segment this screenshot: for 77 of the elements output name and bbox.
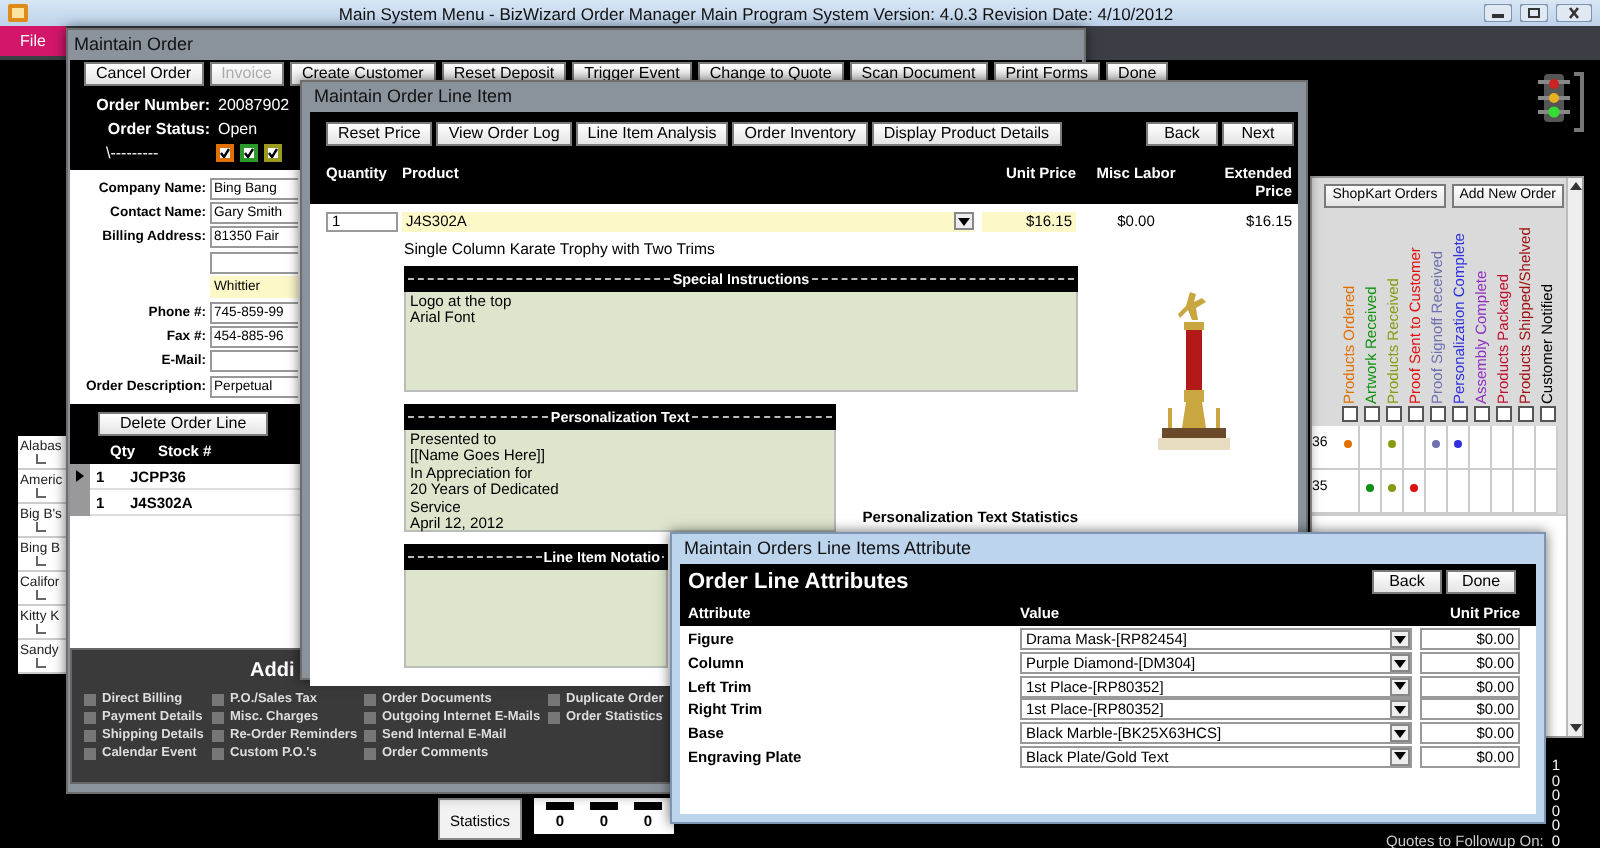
row-pointer-icon bbox=[76, 470, 84, 483]
checkbox[interactable] bbox=[216, 144, 234, 162]
toolbar-button[interactable]: Reset Price bbox=[326, 122, 433, 146]
checkbox[interactable] bbox=[364, 747, 376, 759]
delete-order-line-button[interactable]: Delete Order Line bbox=[98, 411, 269, 436]
dropdown-button[interactable] bbox=[954, 212, 974, 230]
checkbox[interactable] bbox=[212, 693, 224, 705]
checkbox[interactable] bbox=[548, 693, 560, 705]
checkbox[interactable] bbox=[364, 729, 376, 741]
minimize-icon[interactable] bbox=[1484, 4, 1512, 22]
down-arrow-icon bbox=[1569, 724, 1581, 732]
checkbox[interactable] bbox=[1517, 406, 1533, 422]
checkbox[interactable] bbox=[364, 711, 376, 723]
toolbar-button[interactable]: Display Product Details bbox=[871, 122, 1062, 146]
tree-branch-icon bbox=[36, 488, 46, 498]
dropdown-button[interactable] bbox=[1390, 677, 1410, 696]
form-field[interactable] bbox=[210, 350, 298, 373]
order-number: 20087902 bbox=[218, 96, 290, 114]
checkbox[interactable] bbox=[1385, 406, 1401, 422]
form-field[interactable] bbox=[210, 251, 298, 274]
tree-branch-icon bbox=[36, 522, 46, 532]
dropdown-button[interactable] bbox=[1390, 630, 1410, 649]
checkbox[interactable] bbox=[1429, 406, 1445, 422]
window-title: Maintain Order bbox=[72, 32, 196, 58]
traffic-light-icon bbox=[1538, 72, 1570, 124]
nav-button[interactable]: Back bbox=[1372, 570, 1442, 594]
toolbar-button[interactable]: Order Inventory bbox=[732, 122, 868, 146]
window-title: Main System Menu - BizWizard Order Manager Main Program System Version: 4.0.3 Revision Date: 4/10/2012 bbox=[336, 3, 1176, 23]
field-label: Order Status: bbox=[107, 120, 210, 138]
status-marker: \--------- bbox=[106, 144, 161, 162]
toolbar-button[interactable]: Line Item Analysis bbox=[575, 122, 729, 146]
tree-branch-icon bbox=[36, 658, 46, 668]
up-arrow-icon bbox=[1569, 182, 1581, 190]
checkbox[interactable] bbox=[1407, 406, 1423, 422]
toolbar-button[interactable]: Cancel Order bbox=[84, 62, 204, 86]
checkbox[interactable] bbox=[1495, 406, 1511, 422]
checkbox[interactable] bbox=[212, 729, 224, 741]
checkbox[interactable] bbox=[84, 711, 96, 723]
tree-branch-icon bbox=[36, 556, 46, 566]
nav-button[interactable]: Back bbox=[1146, 122, 1218, 146]
window-title: Maintain Orders Line Items Attribute bbox=[682, 536, 974, 562]
row-selector[interactable] bbox=[70, 463, 90, 490]
checkbox[interactable] bbox=[212, 747, 224, 759]
checkbox[interactable] bbox=[212, 711, 224, 723]
checkbox[interactable] bbox=[1341, 406, 1357, 422]
field-label: Order Number: bbox=[96, 96, 210, 114]
checkbox[interactable] bbox=[1451, 406, 1467, 422]
dropdown-button[interactable] bbox=[1390, 747, 1410, 766]
panel-title: Addi bbox=[250, 658, 295, 686]
checkbox[interactable] bbox=[1473, 406, 1489, 422]
app-icon bbox=[8, 4, 28, 22]
window-title: Maintain Order Line Item bbox=[312, 84, 515, 110]
close-icon[interactable] bbox=[1556, 4, 1592, 22]
dropdown-button[interactable] bbox=[1390, 700, 1410, 719]
scrollbar[interactable] bbox=[1566, 178, 1582, 736]
toolbar-button[interactable]: View Order Log bbox=[436, 122, 572, 146]
checkbox[interactable] bbox=[1539, 406, 1555, 422]
checkbox[interactable] bbox=[1363, 406, 1379, 422]
file-menu-button[interactable]: File bbox=[0, 26, 66, 56]
window-heading: Order Line Attributes bbox=[688, 570, 909, 594]
order-status: Open bbox=[218, 120, 258, 138]
checkbox[interactable] bbox=[84, 747, 96, 759]
tree-branch-icon bbox=[36, 454, 46, 464]
checkbox[interactable] bbox=[264, 144, 282, 162]
line-item-notation-field[interactable] bbox=[404, 570, 668, 668]
dropdown-button[interactable] bbox=[1390, 654, 1410, 673]
tree-branch-icon bbox=[36, 590, 46, 600]
nav-button[interactable]: Done bbox=[1446, 570, 1516, 594]
checkbox[interactable] bbox=[364, 693, 376, 705]
checkbox[interactable] bbox=[240, 144, 258, 162]
checkbox[interactable] bbox=[548, 711, 560, 723]
dropdown-button[interactable] bbox=[1390, 724, 1410, 743]
tree-branch-icon bbox=[36, 624, 46, 634]
checkbox[interactable] bbox=[84, 729, 96, 741]
nav-button[interactable]: Next bbox=[1222, 122, 1294, 146]
maximize-icon[interactable] bbox=[1520, 4, 1548, 22]
checkbox[interactable] bbox=[84, 693, 96, 705]
